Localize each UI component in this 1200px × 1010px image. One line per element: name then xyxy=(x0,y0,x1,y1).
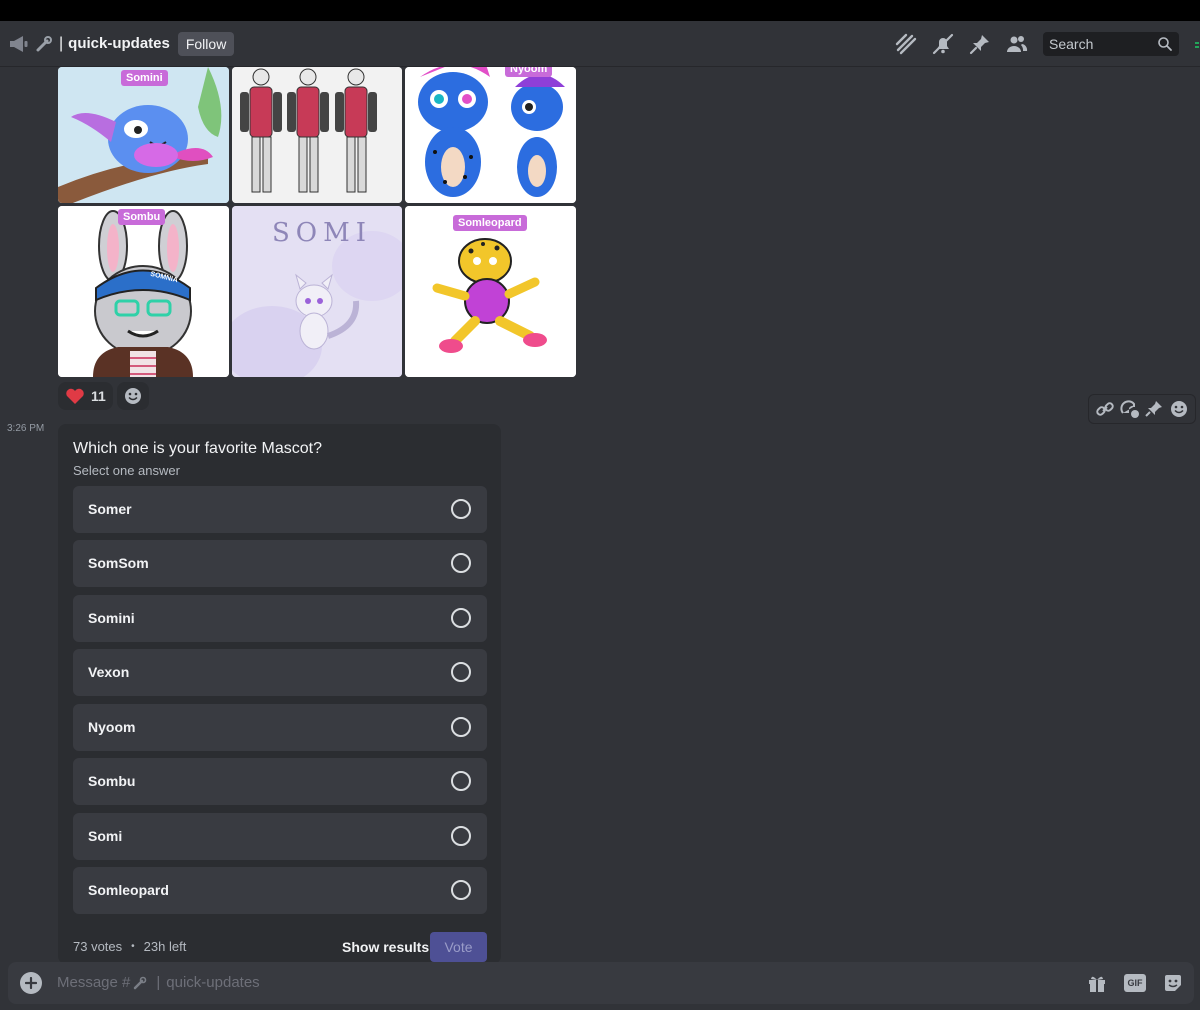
nyoom-illustration xyxy=(405,67,576,203)
radio-icon[interactable] xyxy=(451,499,471,519)
sombu-illustration xyxy=(58,206,229,377)
channel-title-group: | quick-updates Follow xyxy=(0,21,235,66)
header-toolbar: Search xyxy=(894,21,1200,67)
image-sombu[interactable]: Sombu SOMNIA xyxy=(58,206,229,377)
poll-option[interactable]: Somi xyxy=(73,813,487,860)
search-icon xyxy=(1158,37,1172,51)
poll-option-label: Nyoom xyxy=(88,719,136,735)
poll-option[interactable]: Sombu xyxy=(73,758,487,805)
link-icon[interactable] xyxy=(1095,399,1115,419)
add-reaction-icon xyxy=(124,388,141,404)
image-robots[interactable] xyxy=(232,67,402,203)
thread-add-icon[interactable] xyxy=(1120,399,1140,419)
members-icon[interactable] xyxy=(1005,32,1029,56)
help-icon[interactable] xyxy=(1194,37,1200,49)
image-tag-nyoom: Nyoom xyxy=(505,67,553,77)
poll-subtitle: Select one answer xyxy=(73,463,180,478)
heart-reaction[interactable]: 11 xyxy=(58,382,113,410)
image-tag-sombu: Sombu xyxy=(118,209,166,225)
search-placeholder: Search xyxy=(1049,36,1094,52)
add-reaction-button[interactable] xyxy=(116,382,149,410)
radio-icon[interactable] xyxy=(451,826,471,846)
emoji-icon[interactable] xyxy=(1169,399,1189,419)
radio-icon[interactable] xyxy=(451,717,471,737)
poll-option[interactable]: Vexon xyxy=(73,649,487,696)
pin-icon[interactable] xyxy=(968,32,992,56)
message-timestamp: 3:26 PM xyxy=(7,423,45,434)
vote-button[interactable]: Vote xyxy=(430,932,487,962)
attach-plus-button[interactable] xyxy=(20,972,42,994)
image-somini[interactable]: Somini xyxy=(58,67,229,203)
robot-suits-illustration xyxy=(232,67,402,203)
somini-illustration xyxy=(58,67,229,203)
poll-option[interactable]: Somini xyxy=(73,595,487,642)
poll-time-left: 23h left xyxy=(143,939,187,954)
heart-reaction-count: 11 xyxy=(91,388,106,404)
composer-actions: GIF xyxy=(1084,971,1186,995)
poll-option-label: Vexon xyxy=(88,664,130,680)
poll-option-label: Somleopard xyxy=(88,882,169,898)
poll-option[interactable]: SomSom xyxy=(73,540,487,587)
message-actions-toolbar xyxy=(1088,394,1196,424)
poll-option-label: SomSom xyxy=(88,555,149,571)
image-somleopard[interactable]: Somleopard xyxy=(405,206,576,377)
radio-icon[interactable] xyxy=(451,662,471,682)
gif-label: GIF xyxy=(1124,974,1146,992)
threads-icon[interactable] xyxy=(894,32,918,56)
wrench-emoji-icon xyxy=(134,976,147,989)
poll-option[interactable]: Somleopard xyxy=(73,867,487,914)
show-results-button[interactable]: Show results xyxy=(342,939,429,955)
composer-placeholder-channel: quick-updates xyxy=(166,974,260,991)
gif-icon[interactable]: GIF xyxy=(1122,971,1148,995)
mute-bell-icon[interactable] xyxy=(931,32,955,56)
gift-icon[interactable] xyxy=(1084,971,1110,995)
image-tag-somini: Somini xyxy=(121,70,168,86)
reactions-bar: 11 xyxy=(58,382,149,410)
composer-placeholder-prefix: Message # xyxy=(57,974,131,991)
channel-separator: | xyxy=(59,34,64,52)
message-composer[interactable]: Message # | quick-updates GIF xyxy=(8,962,1194,1004)
wrench-emoji-icon xyxy=(35,35,53,53)
somi-watermark-text: SOMI xyxy=(272,218,373,248)
poll-option-label: Somi xyxy=(88,828,123,844)
radio-icon[interactable] xyxy=(451,608,471,628)
plus-icon xyxy=(25,977,37,989)
channel-name: quick-updates xyxy=(68,35,170,52)
poll-card: Which one is your favorite Mascot? Selec… xyxy=(58,424,501,964)
poll-question: Which one is your favorite Mascot? xyxy=(73,440,322,457)
megaphone-icon xyxy=(8,33,30,55)
poll-meta-dot: • xyxy=(131,941,135,952)
sticker-icon[interactable] xyxy=(1160,971,1186,995)
os-top-bar xyxy=(0,0,1200,21)
search-input[interactable]: Search xyxy=(1043,32,1179,56)
composer-placeholder-sep: | xyxy=(156,974,161,991)
poll-option-label: Somini xyxy=(88,610,135,626)
radio-icon[interactable] xyxy=(451,880,471,900)
radio-icon[interactable] xyxy=(451,553,471,573)
pin-icon[interactable] xyxy=(1144,399,1164,419)
radio-icon[interactable] xyxy=(451,771,471,791)
image-somi[interactable]: SOMI xyxy=(232,206,402,377)
image-tag-somleopard: Somleopard xyxy=(453,215,527,231)
poll-option[interactable]: Nyoom xyxy=(73,704,487,751)
heart-icon xyxy=(66,388,84,404)
image-attachment-grid: Somini Nyoom Sombu SOMNIA SOMI Somleopar… xyxy=(58,67,576,377)
channel-header: | quick-updates Follow Search xyxy=(0,21,1200,67)
somleopard-illustration xyxy=(405,206,576,377)
poll-vote-count: 73 votes xyxy=(73,939,123,954)
poll-option-label: Sombu xyxy=(88,773,136,789)
poll-option-label: Somer xyxy=(88,501,132,517)
poll-option[interactable]: Somer xyxy=(73,486,487,533)
follow-button[interactable]: Follow xyxy=(177,31,235,56)
poll-meta: 73 votes • 23h left xyxy=(73,939,186,954)
message-input[interactable]: Message # | quick-updates xyxy=(57,974,260,991)
image-nyoom[interactable]: Nyoom xyxy=(405,67,576,203)
